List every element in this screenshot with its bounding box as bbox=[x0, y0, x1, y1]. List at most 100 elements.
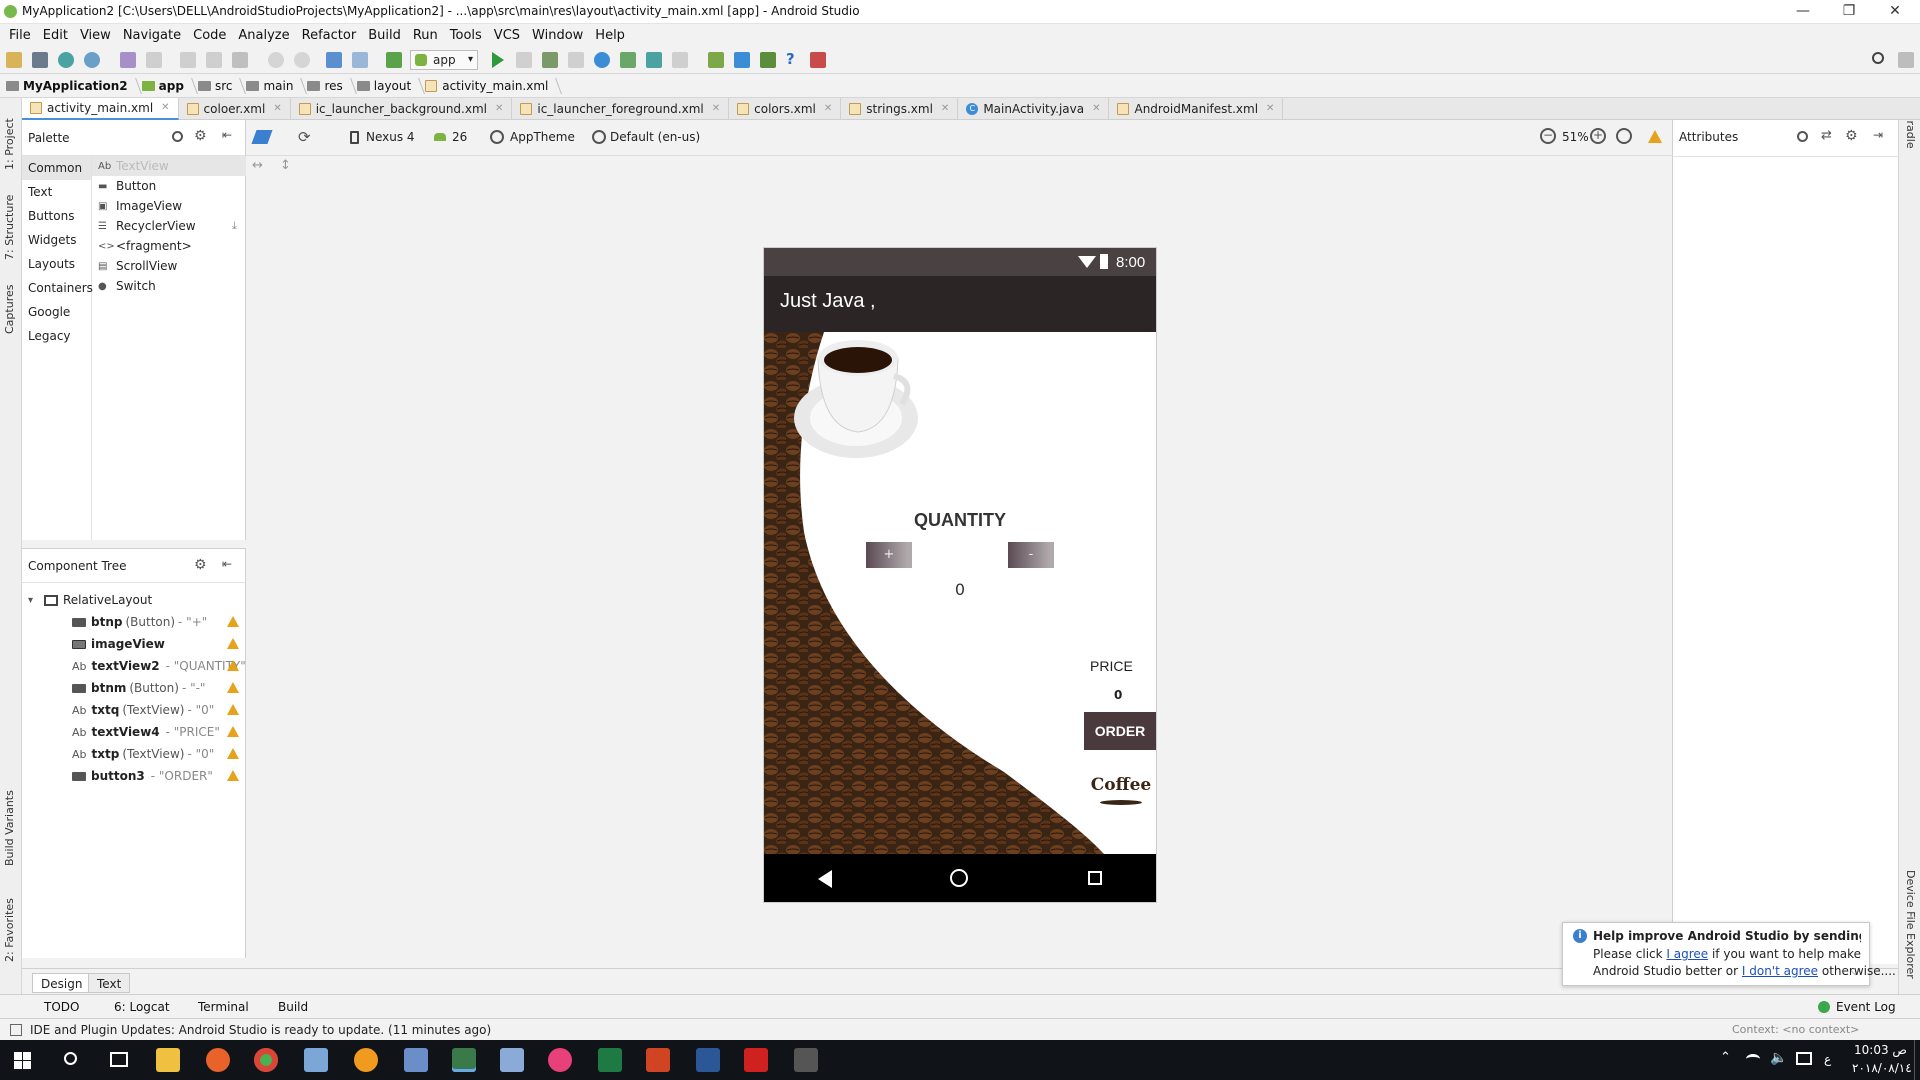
close-icon[interactable]: ✕ bbox=[273, 103, 281, 114]
input-language[interactable]: ع bbox=[1824, 1052, 1831, 1066]
find-icon[interactable] bbox=[268, 52, 284, 68]
palette-item-button[interactable]: ▬ Button bbox=[92, 176, 246, 196]
chrome-icon[interactable] bbox=[254, 1048, 278, 1072]
powerpoint-icon[interactable] bbox=[646, 1048, 670, 1072]
zoom-in-icon[interactable]: + bbox=[1590, 128, 1606, 144]
tab-strings[interactable]: strings.xml ✕ bbox=[841, 97, 959, 120]
coverage-icon[interactable] bbox=[568, 52, 584, 68]
copy-icon[interactable] bbox=[206, 52, 222, 68]
tab-main-activity[interactable]: C MainActivity.java ✕ bbox=[958, 97, 1110, 120]
refresh-icon[interactable] bbox=[84, 52, 100, 68]
restore-button[interactable]: ❐ bbox=[1826, 0, 1872, 24]
tab-colors[interactable]: colors.xml ✕ bbox=[729, 97, 842, 120]
build-tool-button[interactable]: Build bbox=[278, 1000, 308, 1014]
breadcrumb-res[interactable]: res bbox=[301, 74, 350, 98]
tree-item[interactable]: Ab textView2- "QUANTITY" bbox=[22, 655, 246, 677]
warning-icon[interactable] bbox=[227, 660, 239, 671]
tab-android-manifest[interactable]: AndroidManifest.xml ✕ bbox=[1109, 97, 1284, 120]
calculator-icon[interactable] bbox=[794, 1048, 818, 1072]
run-config-dropdown[interactable]: app ▾ bbox=[410, 50, 478, 70]
virtualbox-icon[interactable] bbox=[404, 1048, 428, 1072]
media-player-icon[interactable] bbox=[354, 1048, 378, 1072]
menu-analyze[interactable]: Analyze bbox=[238, 28, 289, 43]
palette-category[interactable]: Layouts bbox=[22, 252, 91, 276]
apply-changes-icon[interactable] bbox=[516, 52, 532, 68]
search-icon[interactable] bbox=[172, 131, 183, 142]
tree-item[interactable]: Ab txtp (TextView) - "0" bbox=[22, 743, 245, 765]
search-icon[interactable] bbox=[1797, 131, 1808, 142]
save-icon[interactable] bbox=[32, 52, 48, 68]
palette-category[interactable]: Widgets bbox=[22, 228, 91, 252]
breadcrumb-project[interactable]: MyApplication2 bbox=[0, 74, 136, 98]
device-monitor-icon[interactable] bbox=[810, 52, 826, 68]
close-icon[interactable]: ✕ bbox=[495, 103, 503, 114]
file-explorer-icon[interactable] bbox=[156, 1048, 180, 1072]
warning-icon[interactable] bbox=[227, 726, 239, 737]
debug-icon[interactable] bbox=[542, 52, 558, 68]
search-icon[interactable] bbox=[64, 1052, 77, 1065]
apply-code-icon[interactable] bbox=[646, 52, 662, 68]
download-icon[interactable]: ⤓ bbox=[232, 219, 237, 233]
status-message[interactable]: IDE and Plugin Updates: Android Studio i… bbox=[30, 1023, 491, 1037]
undo-icon[interactable] bbox=[120, 52, 136, 68]
palette-category[interactable]: Containers bbox=[22, 276, 93, 300]
palette-category[interactable]: Text bbox=[22, 180, 91, 204]
palette-category[interactable]: Legacy bbox=[22, 324, 91, 348]
action-center-icon[interactable] bbox=[1796, 1052, 1812, 1065]
theme-dropdown[interactable]: AppTheme bbox=[510, 130, 575, 144]
layers-icon[interactable] bbox=[251, 130, 273, 144]
close-icon[interactable]: ✕ bbox=[1266, 103, 1274, 114]
tree-item[interactable]: btnm (Button) - "-" bbox=[22, 677, 245, 699]
windows-start-icon[interactable] bbox=[14, 1052, 31, 1069]
close-icon[interactable]: ✕ bbox=[1092, 103, 1100, 114]
firefox-icon[interactable] bbox=[206, 1048, 230, 1072]
expand-chevron-icon[interactable]: ⌵ bbox=[1851, 965, 1859, 979]
stop-icon[interactable] bbox=[672, 52, 688, 68]
terminal-tool-button[interactable]: Terminal bbox=[198, 1000, 249, 1014]
locale-dropdown[interactable]: Default (en-us) bbox=[610, 130, 700, 144]
structure-tool-button[interactable]: 7: Structure bbox=[3, 195, 16, 260]
vertical-resize-icon[interactable]: ↕ bbox=[280, 158, 291, 173]
palette-item-recyclerview[interactable]: ☰ RecyclerView ⤓ bbox=[92, 216, 246, 236]
captures-tool-button[interactable]: Captures bbox=[3, 285, 16, 334]
menu-build[interactable]: Build bbox=[368, 28, 401, 43]
android-studio-icon[interactable] bbox=[452, 1048, 476, 1072]
warning-icon[interactable] bbox=[227, 770, 239, 781]
api-level-dropdown[interactable]: 26 bbox=[452, 130, 467, 144]
menu-run[interactable]: Run bbox=[413, 28, 438, 43]
plus-button[interactable]: + bbox=[866, 542, 912, 568]
hide-panel-icon[interactable]: ⇤ bbox=[222, 128, 232, 142]
palette-item-imageview[interactable]: ▣ ImageView bbox=[92, 196, 246, 216]
zoom-fit-icon[interactable] bbox=[1616, 128, 1632, 144]
menu-refactor[interactable]: Refactor bbox=[302, 28, 357, 43]
breadcrumb-app[interactable]: app bbox=[136, 74, 192, 98]
tree-item[interactable]: button3 - "ORDER" bbox=[22, 765, 245, 787]
palette-item-switch[interactable]: ● Switch bbox=[92, 276, 246, 296]
rooms-app-icon[interactable] bbox=[548, 1048, 572, 1072]
attach-debugger-icon[interactable] bbox=[620, 52, 636, 68]
sync-icon[interactable] bbox=[58, 52, 74, 68]
help-icon[interactable]: ? bbox=[786, 50, 795, 68]
warning-icon[interactable] bbox=[227, 748, 239, 759]
device-file-explorer-button[interactable]: Device File Explorer bbox=[1904, 870, 1917, 979]
close-window-button[interactable]: ✕ bbox=[1872, 0, 1918, 24]
menu-navigate[interactable]: Navigate bbox=[123, 28, 181, 43]
close-icon[interactable]: ✕ bbox=[941, 103, 949, 114]
disagree-link[interactable]: I don't agree bbox=[1742, 964, 1818, 978]
recents-nav-icon[interactable] bbox=[1088, 871, 1102, 885]
logcat-tool-button[interactable]: 6: Logcat bbox=[114, 1000, 170, 1014]
tree-item[interactable]: imageView bbox=[22, 633, 245, 655]
device-dropdown[interactable]: Nexus 4 bbox=[366, 130, 415, 144]
tray-chevron-up-icon[interactable]: ⌃ bbox=[1720, 1050, 1731, 1065]
network-icon[interactable] bbox=[1746, 1054, 1760, 1064]
warning-icon[interactable] bbox=[1648, 130, 1662, 143]
order-button[interactable]: ORDER bbox=[1084, 712, 1156, 750]
palette-category[interactable]: Buttons bbox=[22, 204, 91, 228]
tab-ic-launcher-foreground[interactable]: ic_launcher_foreground.xml ✕ bbox=[512, 97, 730, 120]
replace-icon[interactable] bbox=[294, 52, 310, 68]
menu-file[interactable]: File bbox=[9, 28, 31, 43]
menu-code[interactable]: Code bbox=[193, 28, 226, 43]
menu-view[interactable]: View bbox=[80, 28, 111, 43]
breadcrumb-file[interactable]: activity_main.xml bbox=[419, 74, 556, 98]
forward-icon[interactable] bbox=[352, 52, 368, 68]
